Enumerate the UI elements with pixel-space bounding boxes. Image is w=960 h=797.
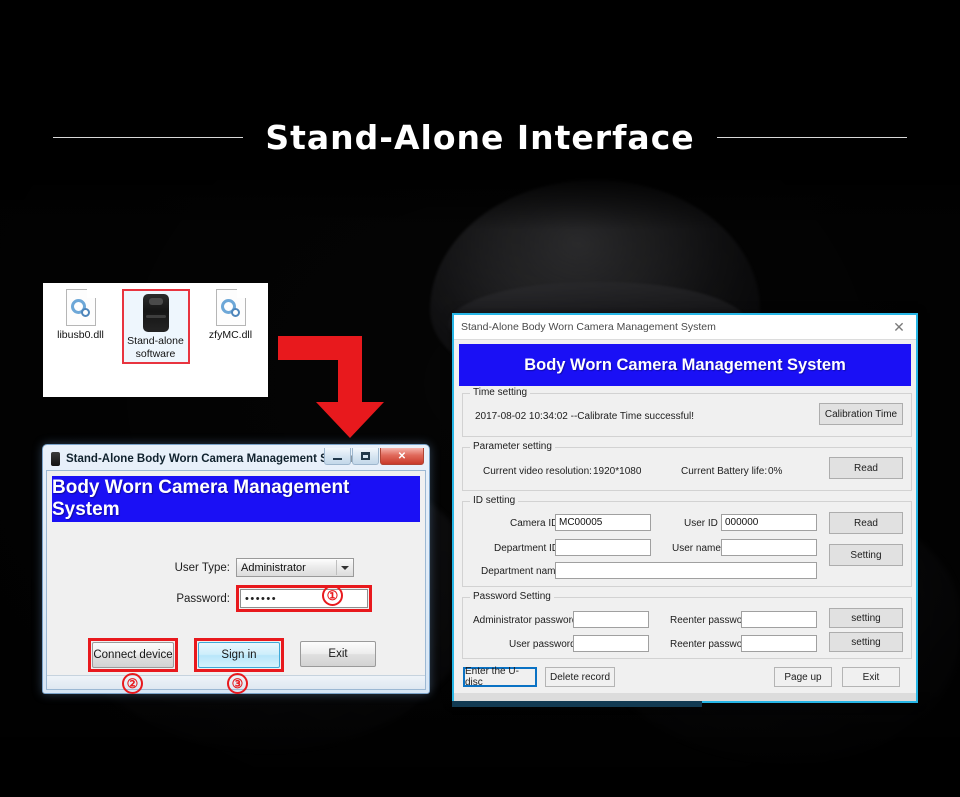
login-window-title: Stand-Alone Body Worn Camera Management …: [66, 453, 362, 465]
red-elbow-arrow-icon: [278, 336, 384, 438]
camera-lens-icon: [148, 298, 163, 305]
user-password-label: User password: [509, 639, 576, 650]
admin-password-label: Administrator password: [473, 615, 578, 626]
admin-password-input[interactable]: [573, 611, 649, 628]
user-type-row: User Type: Administrator: [162, 558, 354, 577]
delete-record-button[interactable]: Delete record: [545, 667, 615, 687]
page-title: Stand-Alone Interface: [0, 110, 960, 164]
parameter-setting-group: Parameter setting Current video resoluti…: [462, 441, 912, 491]
maximize-icon: [361, 452, 370, 460]
minimize-icon: [333, 458, 342, 460]
minimize-button[interactable]: [324, 448, 351, 465]
sign-in-button[interactable]: Sign in: [198, 642, 280, 668]
main-window-bottom-bar: [454, 693, 916, 701]
background-top-fade: [0, 170, 960, 230]
connect-device-button[interactable]: Connect device: [92, 642, 174, 668]
annotation-marker-3: ③: [227, 673, 248, 694]
close-icon[interactable]: ✕: [882, 315, 916, 340]
user-name-input[interactable]: [721, 539, 817, 556]
main-titlebar[interactable]: Stand-Alone Body Worn Camera Management …: [454, 315, 916, 340]
titlebar-camera-icon: [51, 452, 60, 466]
user-password-input[interactable]: [573, 635, 649, 652]
taskbar-strip: [452, 701, 702, 707]
cog-small-icon: [230, 308, 240, 317]
admin-password-setting-button[interactable]: setting: [829, 608, 903, 628]
main-window-title: Stand-Alone Body Worn Camera Management …: [461, 321, 716, 333]
dll-file-icon: [215, 289, 246, 326]
main-exit-button[interactable]: Exit: [842, 667, 900, 687]
password-input[interactable]: ••••••: [240, 589, 368, 608]
parameter-read-button[interactable]: Read: [829, 457, 903, 479]
sign-in-highlight-box: Sign in: [194, 638, 284, 672]
resolution-value: 1920*1080: [593, 466, 642, 477]
close-button[interactable]: ✕: [380, 448, 424, 465]
cog-small-icon: [80, 308, 90, 317]
camera-band-icon: [145, 315, 166, 318]
file-item-label: zfyMC.dll: [208, 329, 253, 341]
login-exit-button[interactable]: Exit: [300, 641, 376, 667]
file-item-label: Stand-alone software: [127, 335, 184, 360]
file-item-stand-alone-software[interactable]: Stand-alone software: [121, 289, 190, 364]
user-type-select[interactable]: Administrator: [236, 558, 354, 577]
password-label: Password:: [176, 592, 230, 605]
camera-id-input[interactable]: MC00005: [555, 514, 651, 531]
user-type-label: User Type:: [174, 561, 230, 574]
user-name-label: User name: [672, 543, 721, 554]
user-id-label: User ID: [684, 518, 718, 529]
annotation-marker-1: ①: [322, 585, 343, 606]
user-type-value: Administrator: [241, 561, 306, 574]
user-reenter-label: Reenter password: [670, 639, 752, 650]
department-name-label: Department name: [481, 566, 562, 577]
parameter-setting-title: Parameter setting: [470, 441, 555, 452]
calibration-time-button[interactable]: Calibration Time: [819, 403, 903, 425]
id-setting-button[interactable]: Setting: [829, 544, 903, 566]
page-up-button[interactable]: Page up: [774, 667, 832, 687]
login-banner: Body Worn Camera Management System: [52, 476, 420, 522]
department-name-input[interactable]: [555, 562, 817, 579]
connect-device-highlight-box: Connect device: [88, 638, 178, 672]
title-rule-right: [716, 136, 907, 138]
body-camera-icon: [142, 294, 169, 332]
user-id-input[interactable]: 000000: [721, 514, 817, 531]
file-item-libusb0[interactable]: libusb0.dll: [47, 289, 115, 342]
password-highlight-box: ••••••: [236, 585, 372, 612]
resolution-label: Current video resolution:: [483, 466, 592, 477]
maximize-button[interactable]: [352, 448, 379, 465]
camera-id-label: Camera ID: [510, 518, 559, 529]
battery-label: Current Battery life:: [681, 466, 768, 477]
user-reenter-input[interactable]: [741, 635, 817, 652]
main-banner-text: Body Worn Camera Management System: [524, 355, 846, 374]
admin-reenter-input[interactable]: [741, 611, 817, 628]
enter-u-disc-button[interactable]: Enter the U-disc: [463, 666, 537, 688]
password-setting-title: Password Setting: [470, 591, 554, 602]
time-setting-status: 2017-08-02 10:34:02 --Calibrate Time suc…: [475, 411, 695, 422]
user-password-setting-button[interactable]: setting: [829, 632, 903, 652]
chevron-down-icon[interactable]: [336, 560, 352, 575]
title-rule-left: [53, 136, 244, 138]
login-banner-text: Body Worn Camera Management System: [52, 477, 350, 520]
admin-reenter-label: Reenter password: [670, 615, 752, 626]
window-controls: ✕: [324, 448, 424, 465]
department-id-input[interactable]: [555, 539, 651, 556]
time-setting-group: Time setting 2017-08-02 10:34:02 --Calib…: [462, 387, 912, 437]
annotation-marker-2: ②: [122, 673, 143, 694]
id-setting-title: ID setting: [470, 495, 519, 506]
id-setting-group: ID setting Camera ID MC00005 User ID 000…: [462, 495, 912, 587]
password-setting-group: Password Setting Administrator password …: [462, 591, 912, 659]
dll-file-icon: [65, 289, 96, 326]
file-explorer-panel: libusb0.dll Stand-alone software zfyMC.d…: [43, 283, 268, 397]
battery-value: 0%: [768, 466, 783, 477]
id-read-button[interactable]: Read: [829, 512, 903, 534]
time-setting-title: Time setting: [470, 387, 531, 398]
file-item-zfymc[interactable]: zfyMC.dll: [197, 289, 265, 342]
department-id-label: Department ID: [494, 543, 560, 554]
main-window: Stand-Alone Body Worn Camera Management …: [452, 313, 918, 703]
file-item-label: libusb0.dll: [57, 329, 104, 341]
login-titlebar[interactable]: Stand-Alone Body Worn Camera Management …: [46, 448, 426, 470]
page-title-text: Stand-Alone Interface: [265, 117, 695, 157]
main-banner: Body Worn Camera Management System: [459, 344, 911, 386]
